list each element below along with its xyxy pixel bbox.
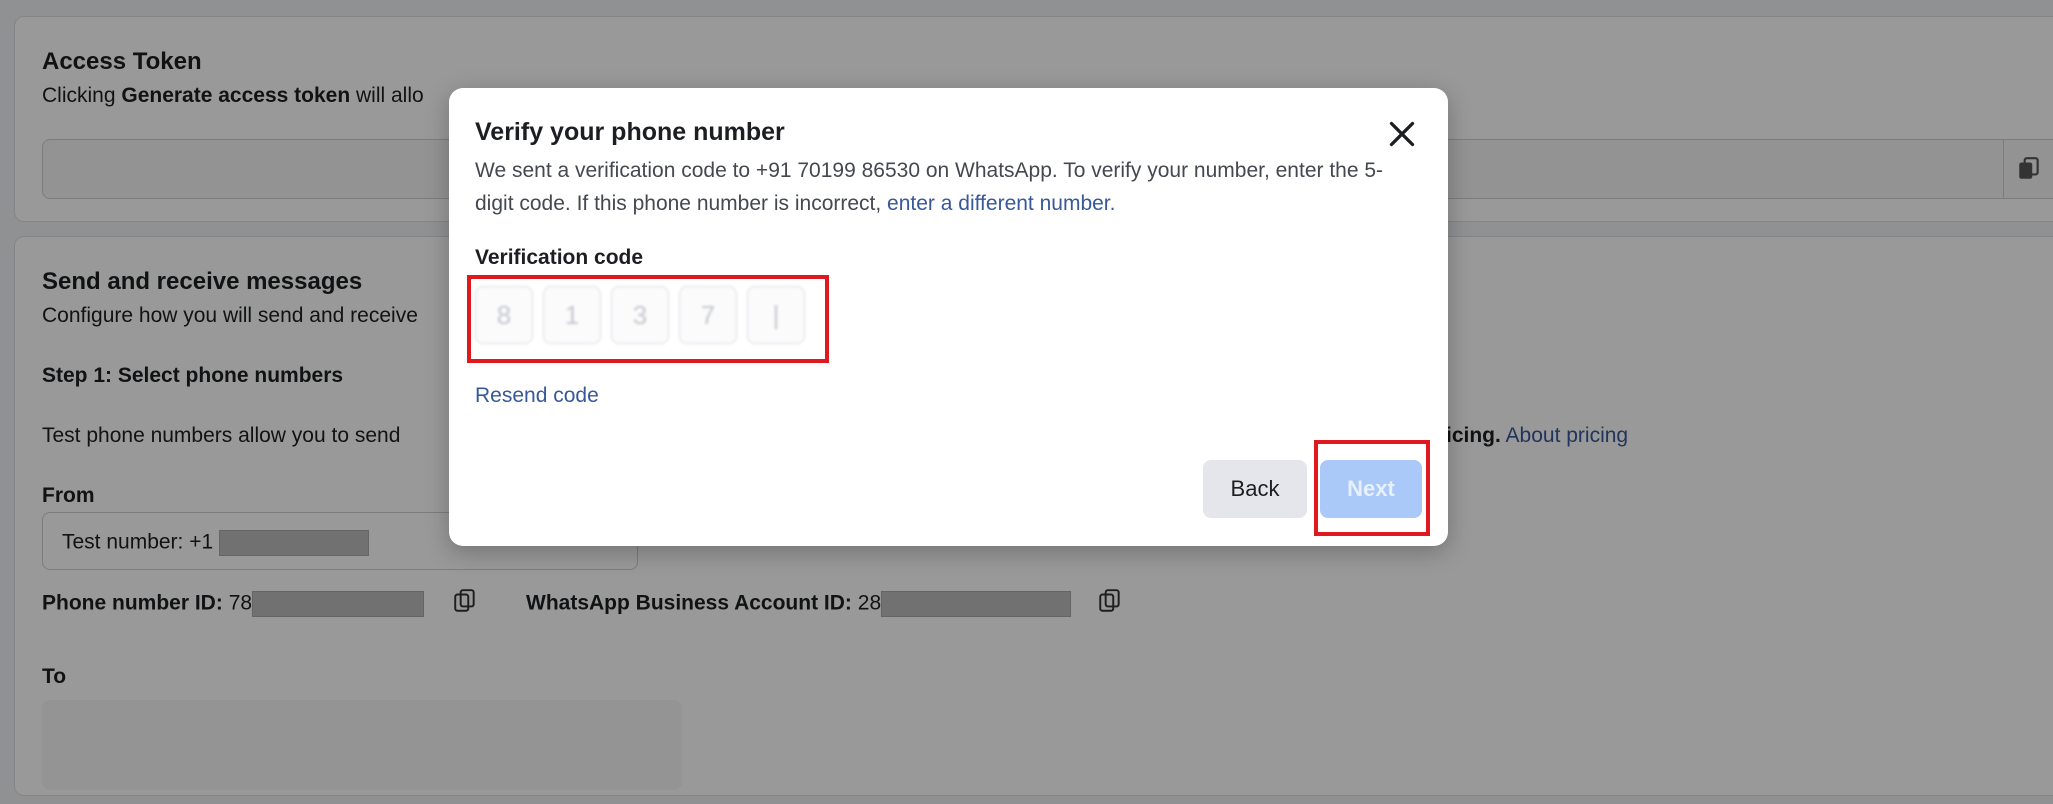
resend-code-link[interactable]: Resend code	[475, 384, 599, 408]
dialog-description: We sent a verification code to +91 70199…	[475, 159, 1384, 215]
dialog-title: Verify your phone number	[475, 118, 785, 146]
back-button[interactable]: Back	[1203, 460, 1307, 518]
next-highlight-box	[1314, 440, 1430, 536]
verification-code-label: Verification code	[475, 246, 644, 269]
enter-different-number-link[interactable]: enter a different number.	[887, 192, 1115, 215]
close-icon[interactable]	[1384, 116, 1420, 152]
code-highlight-box	[467, 275, 829, 363]
